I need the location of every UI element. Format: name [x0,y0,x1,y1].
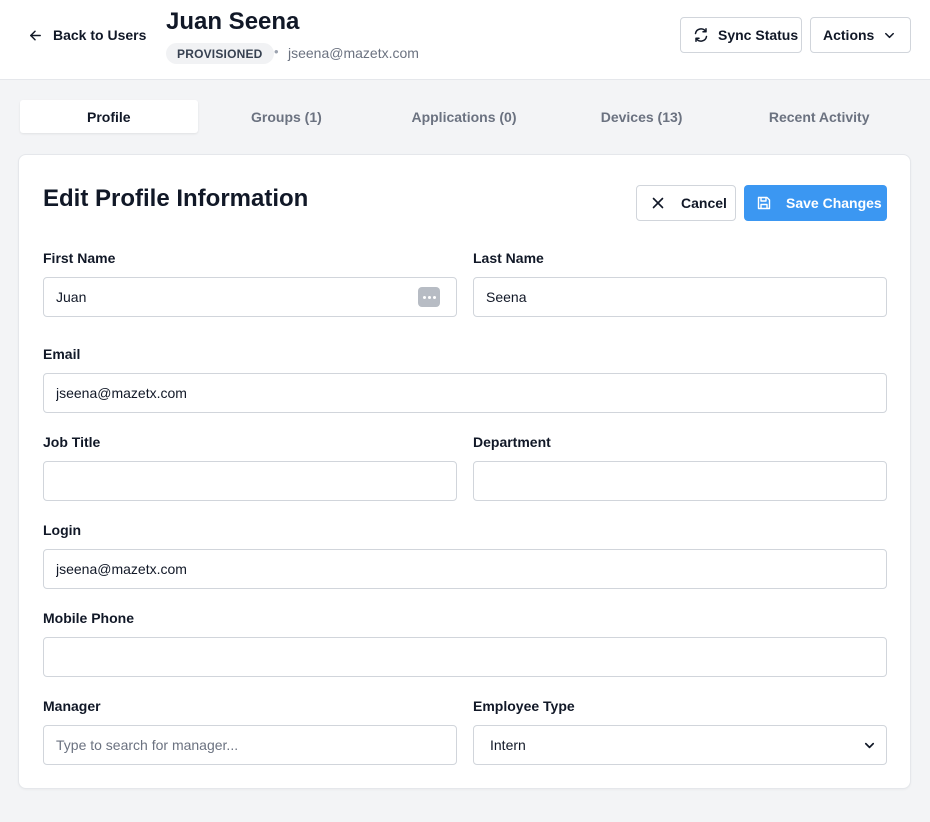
tab-applications[interactable]: Applications (0) [375,100,553,133]
email-input[interactable] [43,373,887,413]
tab-devices[interactable]: Devices (13) [553,100,731,133]
first-name-input[interactable] [43,277,457,317]
manager-search-input[interactable] [43,725,457,765]
back-to-users-link[interactable]: Back to Users [28,24,146,46]
save-changes-label: Save Changes [786,195,882,211]
login-label: Login [43,522,82,538]
sync-status-label: Sync Status [718,27,799,43]
save-changes-button[interactable]: Save Changes [744,185,887,221]
tab-profile[interactable]: Profile [20,100,198,133]
department-input[interactable] [473,461,887,501]
employee-type-label: Employee Type [473,698,575,714]
refresh-icon [694,28,708,42]
close-icon [652,197,664,209]
arrow-left-icon [30,30,41,40]
actions-dropdown-button[interactable]: Actions [810,17,911,53]
sync-status-button[interactable]: Sync Status [680,17,802,53]
separator-dot: • [274,44,279,59]
actions-label: Actions [823,27,875,43]
user-tabs: Profile Groups (1) Applications (0) Devi… [20,100,908,134]
chevron-down-icon [864,742,875,749]
password-manager-icon[interactable] [418,287,440,307]
tab-recent-activity[interactable]: Recent Activity [730,100,908,133]
last-name-label: Last Name [473,250,544,266]
back-to-users-label: Back to Users [53,27,147,43]
first-name-label: First Name [43,250,116,266]
manager-label: Manager [43,698,101,714]
status-badge: PROVISIONED [166,43,274,64]
mobile-phone-label: Mobile Phone [43,610,134,626]
page-header: Back to Users Juan Seena PROVISIONED • j… [0,0,930,80]
job-title-label: Job Title [43,434,101,450]
save-icon [757,196,771,210]
cancel-label: Cancel [681,195,727,211]
job-title-input[interactable] [43,461,457,501]
employee-type-select[interactable]: Intern [473,725,887,765]
login-input[interactable] [43,549,887,589]
employee-type-value: Intern [490,737,526,753]
email-label: Email [43,346,81,362]
edit-profile-title: Edit Profile Information [43,185,309,212]
user-email: jseena@mazetx.com [288,45,419,61]
chevron-down-icon [885,32,894,39]
department-label: Department [473,434,551,450]
edit-profile-card: Edit Profile Information Cancel Save Cha… [18,154,911,789]
last-name-input[interactable] [473,277,887,317]
mobile-phone-input[interactable] [43,637,887,677]
cancel-button[interactable]: Cancel [636,185,736,221]
tab-groups[interactable]: Groups (1) [198,100,376,133]
user-name-title: Juan Seena [166,8,300,35]
